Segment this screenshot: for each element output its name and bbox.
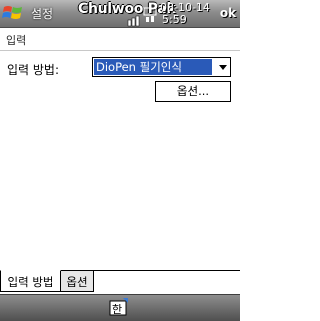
ok-button[interactable]: ok (218, 4, 238, 22)
title-bar: 설정 Chulwoo Pak 08-10-14 5:59 ok (0, 0, 240, 28)
tab-strip: 입력 방법 옵션 (0, 270, 240, 295)
app-title: 설정 (31, 7, 54, 21)
status-time[interactable]: 5:59 (162, 13, 187, 26)
options-button[interactable]: 옵션... (155, 81, 231, 102)
keyboard-icon: 한 (109, 298, 128, 316)
chevron-down-icon[interactable] (219, 65, 227, 70)
input-panel-button[interactable]: 한 (109, 298, 129, 317)
tab-input-method[interactable]: 입력 방법 (0, 270, 61, 292)
windows-flag-icon (2, 6, 22, 19)
connectivity-icon[interactable] (127, 12, 141, 27)
menu-bar: 한 (0, 294, 240, 321)
input-method-label: 입력 방법: (7, 63, 60, 77)
signal-icon[interactable] (143, 5, 159, 27)
page-header: 입력 (0, 28, 240, 51)
input-method-select[interactable]: DioPen 필기인식 (92, 57, 231, 77)
tab-options[interactable]: 옵션 (61, 270, 94, 292)
svg-text:한: 한 (112, 303, 122, 316)
page-title: 입력 (6, 34, 27, 47)
start-button[interactable] (1, 2, 25, 24)
input-method-value: DioPen 필기인식 (94, 59, 212, 75)
